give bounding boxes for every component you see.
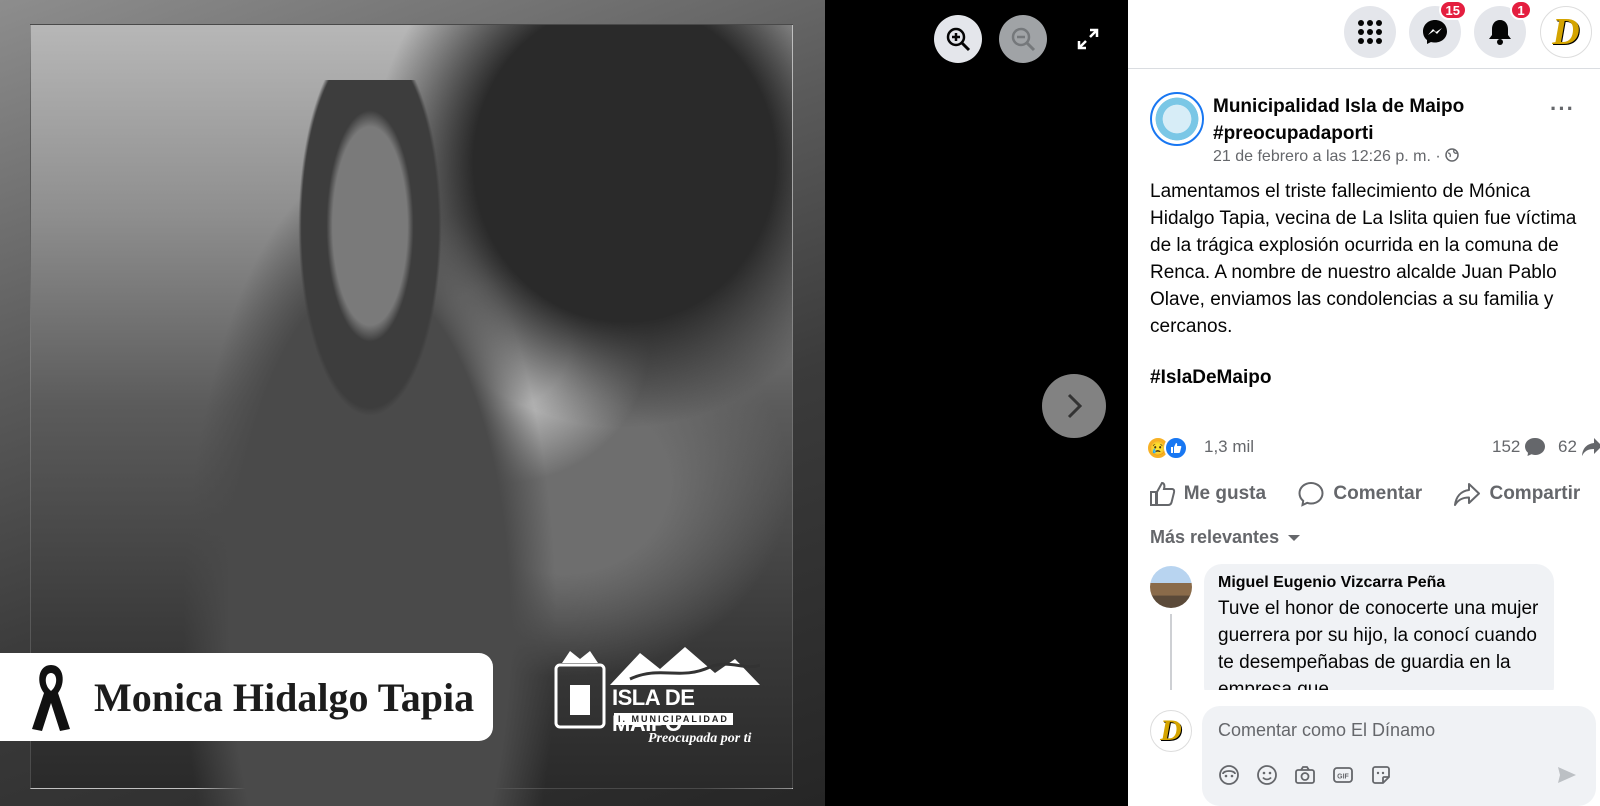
reaction-count[interactable]: 1,3 mil bbox=[1204, 437, 1254, 457]
mountains-icon bbox=[610, 647, 760, 685]
sticker-icon bbox=[1372, 766, 1390, 784]
comment-count-value: 152 bbox=[1492, 437, 1521, 456]
gif-icon: GIF bbox=[1333, 767, 1353, 783]
globe-icon bbox=[1445, 148, 1459, 162]
share-count[interactable]: 62 bbox=[1558, 437, 1600, 457]
svg-text:GIF: GIF bbox=[1337, 774, 1349, 781]
photo-viewer: Monica Hidalgo Tapia ISLA DE MAIPO I. MU… bbox=[0, 0, 1128, 806]
messenger-icon bbox=[1423, 20, 1447, 44]
logo-subtitle: I. MUNICIPALIDAD bbox=[614, 713, 733, 725]
page-avatar[interactable] bbox=[1150, 92, 1204, 146]
sort-label: Más relevantes bbox=[1150, 527, 1280, 547]
messenger-button[interactable]: 15 bbox=[1409, 0, 1467, 58]
thumbs-up-icon bbox=[1149, 481, 1175, 506]
comment-bubble-icon bbox=[1525, 438, 1546, 456]
comment-text: Tuve el honor de conocerte una mujer gue… bbox=[1218, 598, 1539, 690]
send-button[interactable] bbox=[1556, 764, 1578, 786]
name-banner: Monica Hidalgo Tapia bbox=[0, 653, 493, 741]
share-icon bbox=[1454, 483, 1481, 506]
chevron-right-icon bbox=[1067, 393, 1083, 419]
comment-box: GIF bbox=[1202, 706, 1596, 806]
post-panel: 15 1 D Municipalidad Isla de Maipo #preo… bbox=[1128, 0, 1600, 806]
zoom-in-button[interactable] bbox=[934, 15, 982, 63]
mourning-ribbon-icon bbox=[32, 665, 70, 731]
camera-button[interactable] bbox=[1294, 764, 1316, 786]
comment-input[interactable] bbox=[1218, 720, 1578, 741]
logo-slogan: Preocupada por ti bbox=[648, 731, 752, 746]
send-icon bbox=[1558, 767, 1576, 783]
post-date[interactable]: 21 de febrero a las 12:26 p. m. · bbox=[1213, 148, 1459, 166]
like-button[interactable]: Me gusta bbox=[1148, 474, 1266, 514]
zoom-out-icon bbox=[1011, 27, 1036, 52]
fullscreen-button[interactable] bbox=[1064, 15, 1112, 63]
camera-icon bbox=[1295, 766, 1315, 784]
sticker-button[interactable] bbox=[1370, 764, 1392, 786]
commenter-avatar[interactable] bbox=[1150, 566, 1192, 608]
grid-menu-icon bbox=[1358, 20, 1382, 44]
messenger-badge: 15 bbox=[1438, 0, 1467, 20]
emoji-button[interactable] bbox=[1256, 764, 1278, 786]
comment-label: Comentar bbox=[1333, 483, 1423, 504]
comment-bubble: Miguel Eugenio Vizcarra Peña Tuve el hon… bbox=[1204, 564, 1554, 690]
like-reaction-icon bbox=[1164, 436, 1188, 460]
notifications-button[interactable]: 1 bbox=[1474, 0, 1532, 58]
municipality-logo: ISLA DE MAIPO I. MUNICIPALIDAD Preocupad… bbox=[552, 645, 762, 755]
top-bar: 15 1 D bbox=[1128, 0, 1600, 69]
caret-down-icon bbox=[1288, 534, 1301, 541]
like-label: Me gusta bbox=[1183, 483, 1267, 504]
share-count-value: 62 bbox=[1558, 437, 1577, 456]
share-label: Compartir bbox=[1489, 483, 1581, 504]
zoom-out-button[interactable] bbox=[999, 15, 1047, 63]
logo-brand: ISLA DE MAIPO bbox=[612, 685, 695, 736]
account-avatar-letter: D bbox=[1552, 11, 1580, 53]
comment-icon bbox=[1298, 481, 1324, 507]
post-text: Lamentamos el triste fallecimiento de Mó… bbox=[1150, 181, 1577, 337]
comment-item: Miguel Eugenio Vizcarra Peña Tuve el hon… bbox=[1150, 564, 1570, 690]
composer-avatar-letter: D bbox=[1160, 714, 1182, 747]
reaction-icons[interactable]: 😢 bbox=[1146, 436, 1188, 460]
coat-of-arms-icon bbox=[554, 651, 606, 729]
comment-button[interactable]: Comentar bbox=[1297, 474, 1422, 514]
emoji-icon bbox=[1257, 765, 1277, 785]
comment-author[interactable]: Miguel Eugenio Vizcarra Peña bbox=[1218, 574, 1540, 592]
composer-tools: GIF bbox=[1218, 764, 1392, 786]
notifications-badge: 1 bbox=[1510, 0, 1532, 20]
person-name: Monica Hidalgo Tapia bbox=[94, 674, 475, 720]
page-name[interactable]: Municipalidad Isla de Maipo #preocupadap… bbox=[1213, 93, 1543, 147]
menu-button[interactable] bbox=[1344, 6, 1396, 58]
comment-sort-dropdown[interactable]: Más relevantes bbox=[1150, 527, 1301, 548]
thread-line bbox=[1170, 614, 1172, 690]
gif-button[interactable]: GIF bbox=[1332, 764, 1354, 786]
share-arrow-icon bbox=[1581, 438, 1600, 456]
avatar-sticker-icon bbox=[1219, 765, 1239, 785]
share-button[interactable]: Compartir bbox=[1453, 474, 1580, 514]
comment-count[interactable]: 152 bbox=[1492, 437, 1546, 457]
zoom-in-icon bbox=[946, 27, 971, 52]
account-avatar[interactable]: D bbox=[1540, 6, 1592, 58]
fullscreen-icon bbox=[1077, 28, 1099, 50]
comment-composer: D GIF bbox=[1128, 700, 1600, 806]
hashtag-link[interactable]: #IslaDeMaipo bbox=[1150, 367, 1271, 389]
post-actions: Me gusta Comentar Compartir bbox=[1128, 474, 1600, 514]
more-options-button[interactable]: ··· bbox=[1550, 96, 1575, 122]
reactions-bar: 😢 1,3 mil 152 62 bbox=[1146, 434, 1600, 462]
bell-icon bbox=[1489, 20, 1511, 45]
avatar-sticker-button[interactable] bbox=[1218, 764, 1240, 786]
composer-avatar[interactable]: D bbox=[1150, 710, 1192, 752]
post-photo[interactable]: Monica Hidalgo Tapia ISLA DE MAIPO I. MU… bbox=[0, 0, 825, 806]
post-date-text: 21 de febrero a las 12:26 p. m. · bbox=[1213, 148, 1446, 165]
next-photo-button[interactable] bbox=[1042, 374, 1106, 438]
